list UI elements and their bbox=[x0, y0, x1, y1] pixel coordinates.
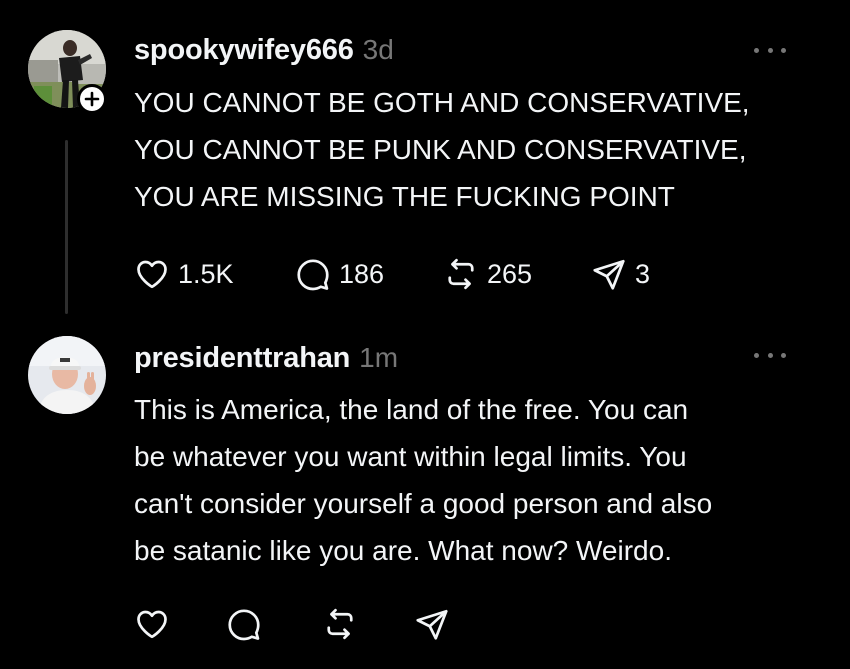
ellipsis-icon bbox=[754, 352, 759, 358]
post-presidenttrahan: presidenttrahan 1m This is America, the … bbox=[0, 320, 850, 669]
post-header: presidenttrahan 1m bbox=[134, 342, 398, 375]
more-options-button[interactable] bbox=[750, 345, 790, 365]
like-button[interactable]: 1.5K bbox=[134, 254, 295, 294]
post-text-line: be satanic like you are. What now? Weird… bbox=[134, 535, 672, 566]
username[interactable]: spookywifey666 bbox=[134, 34, 354, 67]
action-bar: 1.5K 186 265 3 bbox=[134, 254, 650, 294]
repost-button[interactable] bbox=[322, 604, 414, 644]
post-spookywifey666: spookywifey666 3d YOU CANNOT BE GOTH AND… bbox=[0, 0, 850, 320]
like-count: 1.5K bbox=[178, 258, 234, 289]
share-count: 3 bbox=[635, 258, 651, 289]
repost-count: 265 bbox=[487, 258, 533, 289]
timestamp[interactable]: 3d bbox=[363, 34, 394, 66]
speech-bubble-icon bbox=[228, 609, 260, 641]
follow-button[interactable] bbox=[77, 84, 107, 114]
action-bar bbox=[134, 604, 450, 644]
post-text-line: YOU ARE MISSING THE FUCKING POINT bbox=[134, 181, 675, 212]
paper-plane-icon bbox=[593, 259, 625, 290]
post-text-line: YOU CANNOT BE GOTH AND CONSERVATIVE, bbox=[134, 87, 750, 118]
avatar[interactable] bbox=[28, 336, 106, 414]
more-options-button[interactable] bbox=[750, 40, 790, 60]
timestamp[interactable]: 1m bbox=[359, 342, 398, 374]
reply-count: 186 bbox=[339, 258, 385, 289]
post-text: This is America, the land of the free. Y… bbox=[134, 386, 834, 574]
post-text-line: This is America, the land of the free. Y… bbox=[134, 394, 689, 425]
repost-arrows-icon bbox=[448, 258, 474, 290]
post-text-line: can't consider yourself a good person an… bbox=[134, 488, 713, 519]
share-button[interactable]: 3 bbox=[591, 254, 650, 294]
post-text: YOU CANNOT BE GOTH AND CONSERVATIVE, YOU… bbox=[134, 79, 834, 220]
avatar-photo bbox=[28, 336, 106, 414]
reply-button[interactable] bbox=[226, 604, 322, 644]
repost-arrows-icon bbox=[327, 608, 353, 640]
paper-plane-icon bbox=[416, 609, 448, 640]
ellipsis-icon bbox=[754, 47, 759, 53]
heart-icon bbox=[137, 610, 167, 639]
post-text-line: YOU CANNOT BE PUNK AND CONSERVATIVE, bbox=[134, 134, 747, 165]
like-button[interactable] bbox=[134, 604, 226, 644]
speech-bubble-icon bbox=[297, 259, 329, 291]
heart-icon bbox=[137, 260, 167, 289]
plus-icon bbox=[84, 91, 100, 107]
thread-line bbox=[65, 140, 68, 314]
username[interactable]: presidenttrahan bbox=[134, 342, 350, 375]
share-button[interactable] bbox=[414, 604, 450, 644]
reply-button[interactable]: 186 bbox=[295, 254, 443, 294]
repost-button[interactable]: 265 bbox=[443, 254, 591, 294]
post-text-line: be whatever you want within legal limits… bbox=[134, 441, 687, 472]
post-header: spookywifey666 3d bbox=[134, 34, 394, 67]
